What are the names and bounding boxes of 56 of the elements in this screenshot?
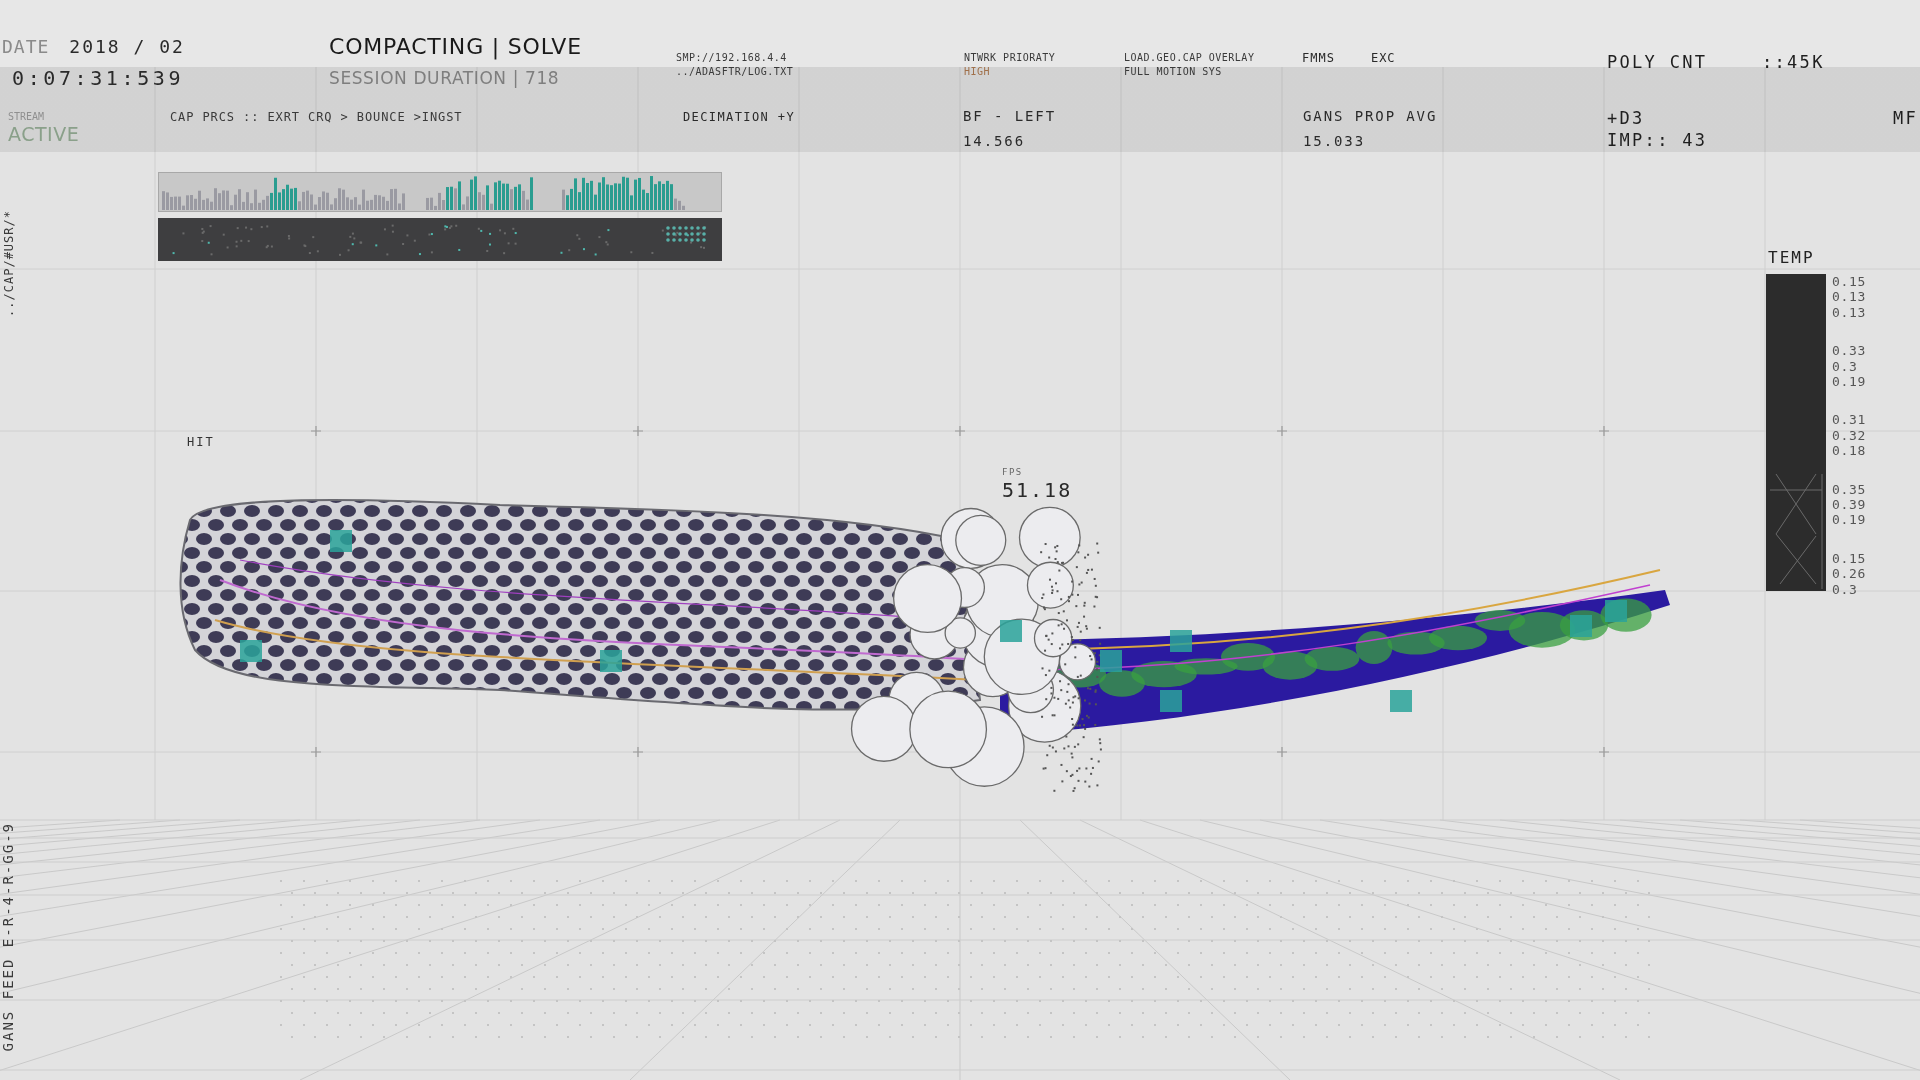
temp-value: 0.32 xyxy=(1832,427,1867,444)
temp-value: 0.3 xyxy=(1832,581,1859,598)
crosshair-mark xyxy=(310,425,322,437)
crosshair-mark xyxy=(632,746,644,758)
crosshair-mark xyxy=(954,425,966,437)
temp-value: 0.13 xyxy=(1832,289,1867,305)
network-priority: HIGH xyxy=(964,65,992,79)
temp-value: 0.3 xyxy=(1832,358,1859,375)
fps-value: 51.18 xyxy=(1002,478,1073,502)
date-label: DATE xyxy=(2,36,50,58)
flag-label: EXC xyxy=(1370,51,1396,65)
session-clock: 0:07:31:539 xyxy=(11,66,186,90)
crosshair-mark xyxy=(632,425,644,437)
edge-label: MF xyxy=(1893,108,1920,128)
file-path: ../ADASFTR/LOG.TXT xyxy=(676,65,795,79)
hit-label: HIT xyxy=(187,435,215,449)
file-path: SMP://192.168.4.4 xyxy=(676,51,788,65)
crosshair-mark xyxy=(1598,746,1610,758)
pipeline-path: CAP PRCS :: EXRT CRQ > BOUNCE >INGST xyxy=(170,109,464,126)
overlay-label: LOAD.GEO.CAP OVERLAY xyxy=(1124,51,1256,65)
temp-value: 0.19 xyxy=(1832,374,1867,390)
gans-value: 15.033 xyxy=(1303,133,1366,150)
temp-value: 0.15 xyxy=(1832,550,1867,567)
feed-label: GANS FEED E-R-4-R-GG-9 xyxy=(0,822,16,1052)
d3-label: +D3 xyxy=(1607,108,1646,128)
decimation-label: DECIMATION +Y xyxy=(683,110,797,124)
temp-value: 0.31 xyxy=(1832,412,1867,428)
stream-status: ACTIVE xyxy=(8,123,81,145)
temp-value: 0.39 xyxy=(1832,497,1867,513)
bf-label: BF - LEFT xyxy=(963,108,1057,125)
mode-title: COMPACTING | SOLVE xyxy=(329,34,583,60)
crosshair-mark xyxy=(310,746,322,758)
overlay-label: FULL MOTION SYS xyxy=(1124,65,1223,79)
temp-value: 0.35 xyxy=(1832,481,1867,498)
crosshair-mark xyxy=(1598,425,1610,437)
temp-label: TEMP xyxy=(1768,248,1815,267)
date-value: 2018 / 02 xyxy=(69,36,185,58)
temp-value: 0.13 xyxy=(1832,304,1867,321)
session-duration: SESSION DURATION | 718 xyxy=(329,67,561,89)
flag-label: FMMS xyxy=(1302,51,1335,65)
network-label: NTWRK PRIORATY xyxy=(964,51,1057,65)
poly-count-label: POLY CNT xyxy=(1607,52,1708,72)
gans-label: GANS PROP AVG xyxy=(1303,108,1439,125)
temp-value: 0.19 xyxy=(1832,512,1867,528)
bf-value: 14.566 xyxy=(963,133,1026,150)
temp-value: 0.26 xyxy=(1832,566,1867,582)
imp-label: IMP:: 43 xyxy=(1607,130,1709,150)
path-label: ../CAP/#USR/* xyxy=(2,210,16,317)
stream-label: STREAM xyxy=(8,111,46,123)
temp-value: 0.18 xyxy=(1832,443,1867,459)
temp-value: 0.33 xyxy=(1832,343,1867,359)
crosshair-mark xyxy=(1276,425,1288,437)
crosshair-mark xyxy=(1276,746,1288,758)
temp-value: 0.15 xyxy=(1832,274,1867,290)
fps-label: FPS xyxy=(1002,467,1023,477)
poly-count-value: ::45K xyxy=(1762,52,1825,72)
